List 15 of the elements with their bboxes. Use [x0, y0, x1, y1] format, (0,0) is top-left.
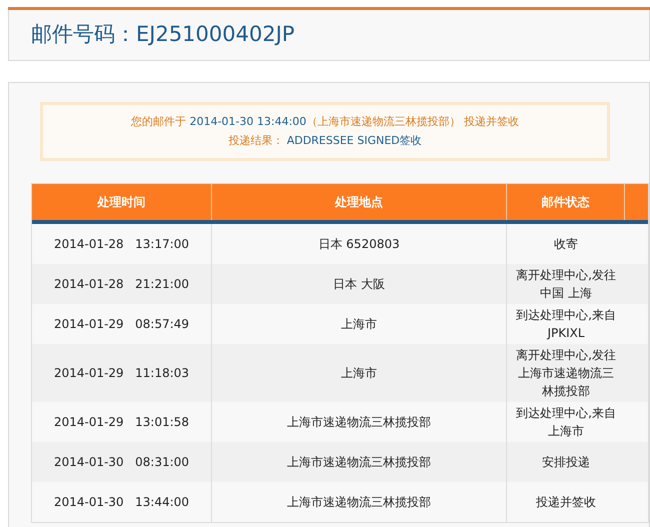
- table-cell-text: 安排投递: [541, 454, 591, 471]
- column-header: 邮件状态: [507, 184, 625, 220]
- table-cell-text: 投递并签收: [535, 494, 597, 511]
- table-cell-text: 收寄: [553, 236, 579, 253]
- table-cell-text: 到达处理中心,来自JPKIXL: [515, 307, 617, 342]
- notice-text: 您的邮件于 2014-01-30 13:44:00（上海市速递物流三林揽投部） 投递并签收: [131, 114, 519, 130]
- notice-text: 投递结果： ADDRESSEE SIGNED签收: [228, 133, 422, 149]
- table-cell-text: 离开处理中心,发往上海市速递物流三林揽投部: [515, 347, 617, 400]
- table-cell-text: 到达处理中心,来自上海市: [515, 405, 617, 440]
- table-cell-text: 离开处理中心,发往中国 上海: [515, 267, 617, 302]
- column-header: 处理地点: [212, 184, 507, 220]
- page-title: 邮件号码：EJ251000402JP: [31, 21, 295, 48]
- column-header: 处理时间: [32, 184, 212, 220]
- table-cell: 2014-01-30 13:44:00: [32, 482, 212, 522]
- table-cell: 上海市速递物流三林揽投部: [212, 482, 507, 522]
